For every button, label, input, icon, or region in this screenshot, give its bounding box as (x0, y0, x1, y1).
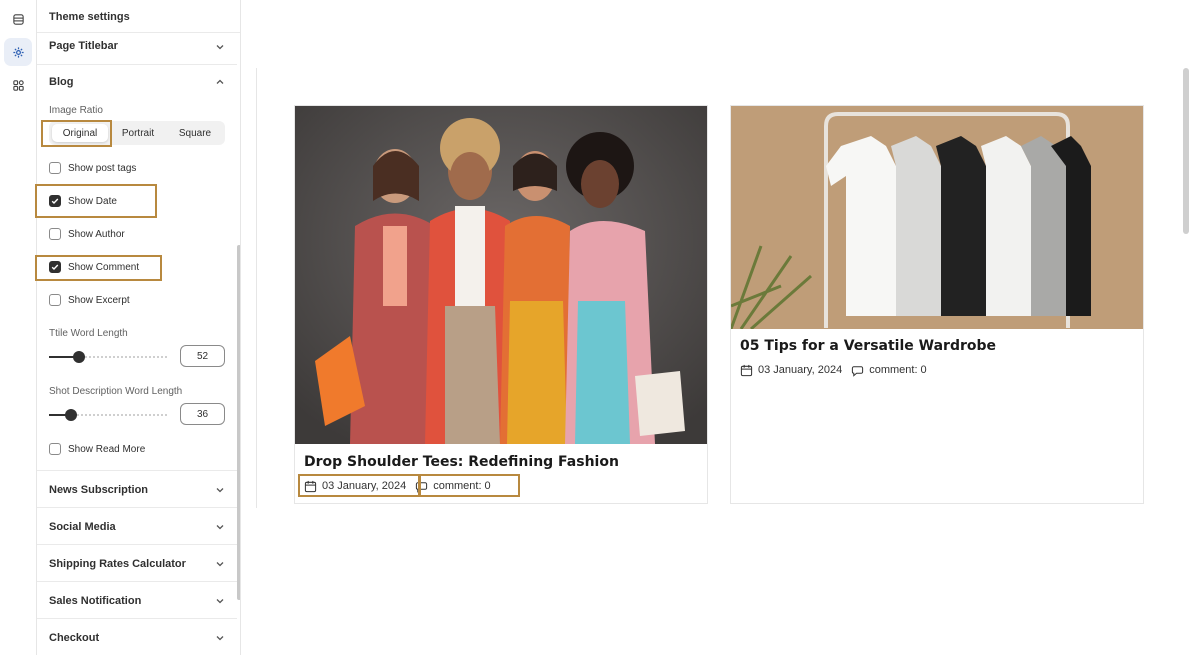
checkmark-icon (51, 198, 59, 205)
checkbox-label: Show Read More (68, 443, 146, 455)
section-social-media[interactable]: Social Media (37, 508, 237, 545)
checkbox-show-author[interactable]: Show Author (49, 227, 125, 241)
ratio-option-original[interactable]: Original (52, 124, 108, 142)
post-title-1[interactable]: Drop Shoulder Tees: Redefining Fashion (304, 454, 619, 470)
preview-scrollbar[interactable] (1183, 68, 1189, 234)
short-desc-length-slider[interactable] (49, 409, 167, 421)
gear-icon[interactable] (4, 38, 32, 66)
ratio-option-portrait[interactable]: Portrait (110, 124, 166, 142)
checkbox-show-read-more[interactable]: Show Read More (49, 442, 145, 456)
icon-rail (0, 0, 37, 655)
calendar-icon (740, 364, 753, 376)
checkbox-label: Show Author (68, 228, 125, 240)
checkbox-label: Show post tags (68, 162, 137, 174)
checkbox-label: Show Date (68, 195, 117, 207)
panel-scrollbar[interactable] (237, 245, 240, 600)
post-comments[interactable]: comment: 0 (433, 480, 490, 492)
checkbox[interactable] (49, 261, 61, 273)
short-desc-length-input[interactable]: 36 (180, 403, 225, 425)
checkbox-show-post-tags[interactable]: Show post tags (49, 161, 136, 175)
theme-settings-panel: Theme settings Page Titlebar Blog Image … (37, 0, 241, 655)
checkmark-icon (51, 264, 59, 271)
chevron-up-icon[interactable] (215, 77, 225, 87)
models-photo (295, 106, 707, 444)
post-comments[interactable]: comment: 0 (869, 364, 926, 376)
post-date: 03 January, 2024 (758, 364, 843, 376)
checkbox[interactable] (49, 228, 61, 240)
section-label: Page Titlebar (49, 40, 118, 52)
blog-card-1[interactable]: Drop Shoulder Tees: Redefining Fashion 0… (294, 105, 708, 504)
section-label-blog[interactable]: Blog (49, 76, 73, 88)
checkbox[interactable] (49, 195, 61, 207)
image-ratio-label: Image Ratio (49, 105, 103, 116)
post-image-2[interactable] (731, 106, 1143, 329)
apps-icon[interactable] (4, 71, 32, 99)
slider-thumb[interactable] (65, 409, 77, 421)
post-meta-2: 03 January, 2024 comment: 0 (740, 362, 927, 378)
section-label: Social Media (49, 521, 116, 533)
chevron-down-icon (216, 636, 224, 641)
section-checkout[interactable]: Checkout (37, 619, 237, 655)
section-shipping-rates-calculator[interactable]: Shipping Rates Calculator (37, 545, 237, 582)
slider-thumb[interactable] (73, 351, 85, 363)
chevron-down-icon (216, 599, 224, 604)
chevron-down-icon (216, 562, 224, 567)
chevron-down-icon (216, 525, 224, 530)
checkbox[interactable] (49, 294, 61, 306)
section-label: News Subscription (49, 484, 149, 496)
section-label: Shipping Rates Calculator (49, 558, 186, 570)
sections-icon[interactable] (4, 5, 32, 33)
calendar-icon (304, 480, 317, 492)
title-word-length-slider[interactable] (49, 351, 167, 363)
checkbox-show-date[interactable]: Show Date (49, 194, 117, 208)
checkbox[interactable] (49, 443, 61, 455)
short-desc-length-label: Shot Description Word Length (49, 386, 183, 397)
tshirts-photo (731, 106, 1143, 329)
comment-icon (416, 481, 428, 493)
section-page-titlebar[interactable]: Page Titlebar (37, 33, 237, 65)
title-word-length-label: Ttile Word Length (49, 328, 128, 339)
checkbox-label: Show Excerpt (68, 294, 130, 306)
checkbox-show-excerpt[interactable]: Show Excerpt (49, 293, 130, 307)
checkbox-label: Show Comment (68, 261, 140, 273)
section-label: Sales Notification (49, 595, 142, 607)
post-image-1[interactable] (295, 106, 707, 444)
section-news-subscription[interactable]: News Subscription (37, 471, 237, 508)
post-meta-1: 03 January, 2024 comment: 0 (304, 478, 491, 494)
ratio-option-square[interactable]: Square (168, 124, 222, 142)
blog-card-2[interactable]: 05 Tips for a Versatile Wardrobe 03 Janu… (730, 105, 1144, 504)
chevron-down-icon (216, 488, 224, 493)
checkbox[interactable] (49, 162, 61, 174)
section-sales-notification[interactable]: Sales Notification (37, 582, 237, 619)
panel-title: Theme settings (49, 11, 130, 23)
checkbox-show-comment[interactable]: Show Comment (49, 260, 139, 274)
section-label: Checkout (49, 632, 100, 644)
chevron-down-icon (216, 45, 224, 50)
title-word-length-input[interactable]: 52 (180, 345, 225, 367)
post-date: 03 January, 2024 (322, 480, 407, 492)
comment-icon (852, 365, 864, 377)
post-title-2[interactable]: 05 Tips for a Versatile Wardrobe (740, 338, 996, 354)
image-ratio-segmented: Original Portrait Square (49, 121, 225, 145)
